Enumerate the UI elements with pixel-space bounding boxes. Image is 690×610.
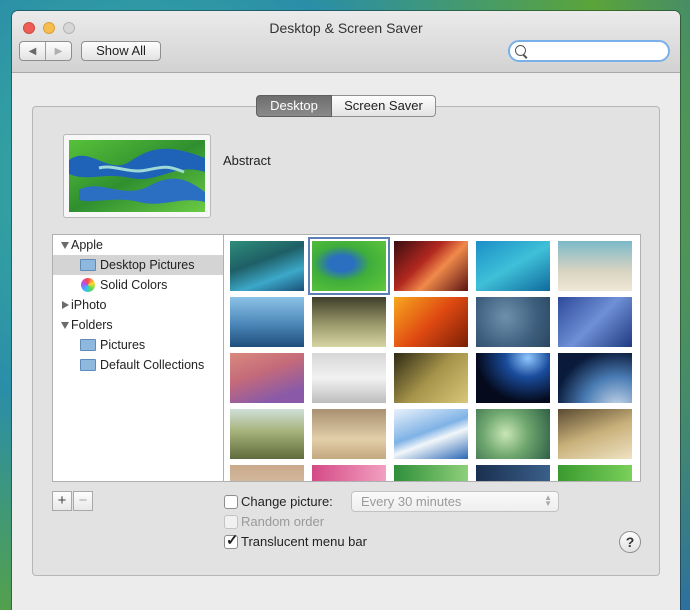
source-label: iPhoto: [71, 298, 107, 312]
add-folder-button[interactable]: +: [52, 491, 72, 511]
change-picture-checkbox[interactable]: [224, 495, 238, 509]
source-label: Solid Colors: [100, 278, 168, 292]
source-group-iphoto[interactable]: iPhoto: [53, 295, 223, 315]
wallpaper-thumb[interactable]: [394, 353, 468, 403]
wallpaper-thumb[interactable]: [312, 409, 386, 459]
wallpaper-thumb[interactable]: [476, 465, 550, 481]
wallpaper-thumb[interactable]: [476, 353, 550, 403]
change-picture-label: Change picture:: [241, 494, 333, 509]
disclosure-right-icon[interactable]: [62, 301, 69, 309]
source-label: Desktop Pictures: [100, 258, 195, 272]
folder-icon: [80, 339, 96, 351]
color-wheel-icon: [81, 278, 95, 292]
wallpaper-thumb[interactable]: [230, 297, 304, 347]
source-group-folders[interactable]: Folders: [53, 315, 223, 335]
wallpaper-thumb[interactable]: [230, 409, 304, 459]
source-item-default-collections[interactable]: Default Collections: [53, 355, 223, 375]
folder-icon: [80, 359, 96, 371]
source-list: Apple Desktop Pictures Solid Colors iPho…: [52, 234, 224, 482]
wallpaper-thumb[interactable]: [230, 241, 304, 291]
wallpaper-thumb[interactable]: [558, 241, 632, 291]
wallpaper-grid: [223, 234, 641, 482]
search-icon: [515, 45, 526, 56]
source-group-apple[interactable]: Apple: [53, 235, 223, 255]
tab-screen-saver[interactable]: Screen Saver: [332, 95, 436, 117]
wallpaper-name: Abstract: [223, 153, 271, 168]
wallpaper-thumb[interactable]: [476, 297, 550, 347]
source-label: Apple: [71, 238, 103, 252]
preferences-window: Desktop & Screen Saver ◀ ▶ Show All Desk…: [12, 11, 680, 610]
source-item-solid-colors[interactable]: Solid Colors: [53, 275, 223, 295]
wallpaper-thumb[interactable]: [394, 409, 468, 459]
wallpaper-thumb[interactable]: [230, 353, 304, 403]
remove-folder-button[interactable]: −: [73, 491, 93, 511]
wallpaper-thumb[interactable]: [312, 297, 386, 347]
help-button[interactable]: ?: [619, 531, 641, 553]
source-label: Default Collections: [100, 358, 205, 372]
wallpaper-thumb[interactable]: [394, 465, 468, 481]
wallpaper-thumb-selected[interactable]: [308, 237, 390, 295]
interval-value: Every 30 minutes: [361, 494, 462, 509]
tab-bar: Desktop Screen Saver: [256, 95, 436, 117]
wallpaper-thumb[interactable]: [558, 465, 632, 481]
wallpaper-thumb[interactable]: [476, 241, 550, 291]
wallpaper-thumb[interactable]: [394, 241, 468, 291]
show-all-button[interactable]: Show All: [81, 41, 161, 61]
forward-icon[interactable]: ▶: [45, 42, 71, 60]
source-item-pictures[interactable]: Pictures: [53, 335, 223, 355]
wallpaper-thumb[interactable]: [312, 353, 386, 403]
wallpaper-thumb[interactable]: [394, 297, 468, 347]
source-label: Pictures: [100, 338, 146, 352]
random-order-checkbox[interactable]: [224, 515, 238, 529]
current-wallpaper-preview: [63, 134, 211, 218]
back-icon[interactable]: ◀: [20, 42, 45, 60]
disclosure-down-icon[interactable]: [61, 242, 69, 249]
updown-arrows-icon: ▲ ▼: [544, 493, 552, 508]
translucent-menu-bar-label: Translucent menu bar: [241, 534, 367, 549]
folder-icon: [80, 259, 96, 271]
back-forward-control: ◀ ▶: [19, 41, 72, 61]
wallpaper-preview-image: [69, 140, 205, 212]
translucent-menu-bar-checkbox[interactable]: [224, 531, 239, 549]
title-bar: Desktop & Screen Saver ◀ ▶ Show All: [12, 11, 680, 73]
search-field[interactable]: [508, 40, 670, 62]
wallpaper-thumb[interactable]: [230, 465, 304, 481]
wallpaper-thumb[interactable]: [558, 353, 632, 403]
wallpaper-thumb[interactable]: [558, 409, 632, 459]
random-order-label: Random order: [241, 514, 325, 529]
wallpaper-thumb[interactable]: [558, 297, 632, 347]
source-label: Folders: [71, 318, 113, 332]
disclosure-down-icon[interactable]: [61, 322, 69, 329]
wallpaper-thumb[interactable]: [312, 465, 386, 481]
window-title: Desktop & Screen Saver: [269, 20, 423, 36]
source-item-desktop-pictures[interactable]: Desktop Pictures: [53, 255, 223, 275]
tab-desktop[interactable]: Desktop: [256, 95, 332, 117]
wallpaper-thumb[interactable]: [476, 409, 550, 459]
search-input[interactable]: [528, 43, 668, 61]
interval-popup[interactable]: Every 30 minutes ▲ ▼: [351, 491, 559, 512]
